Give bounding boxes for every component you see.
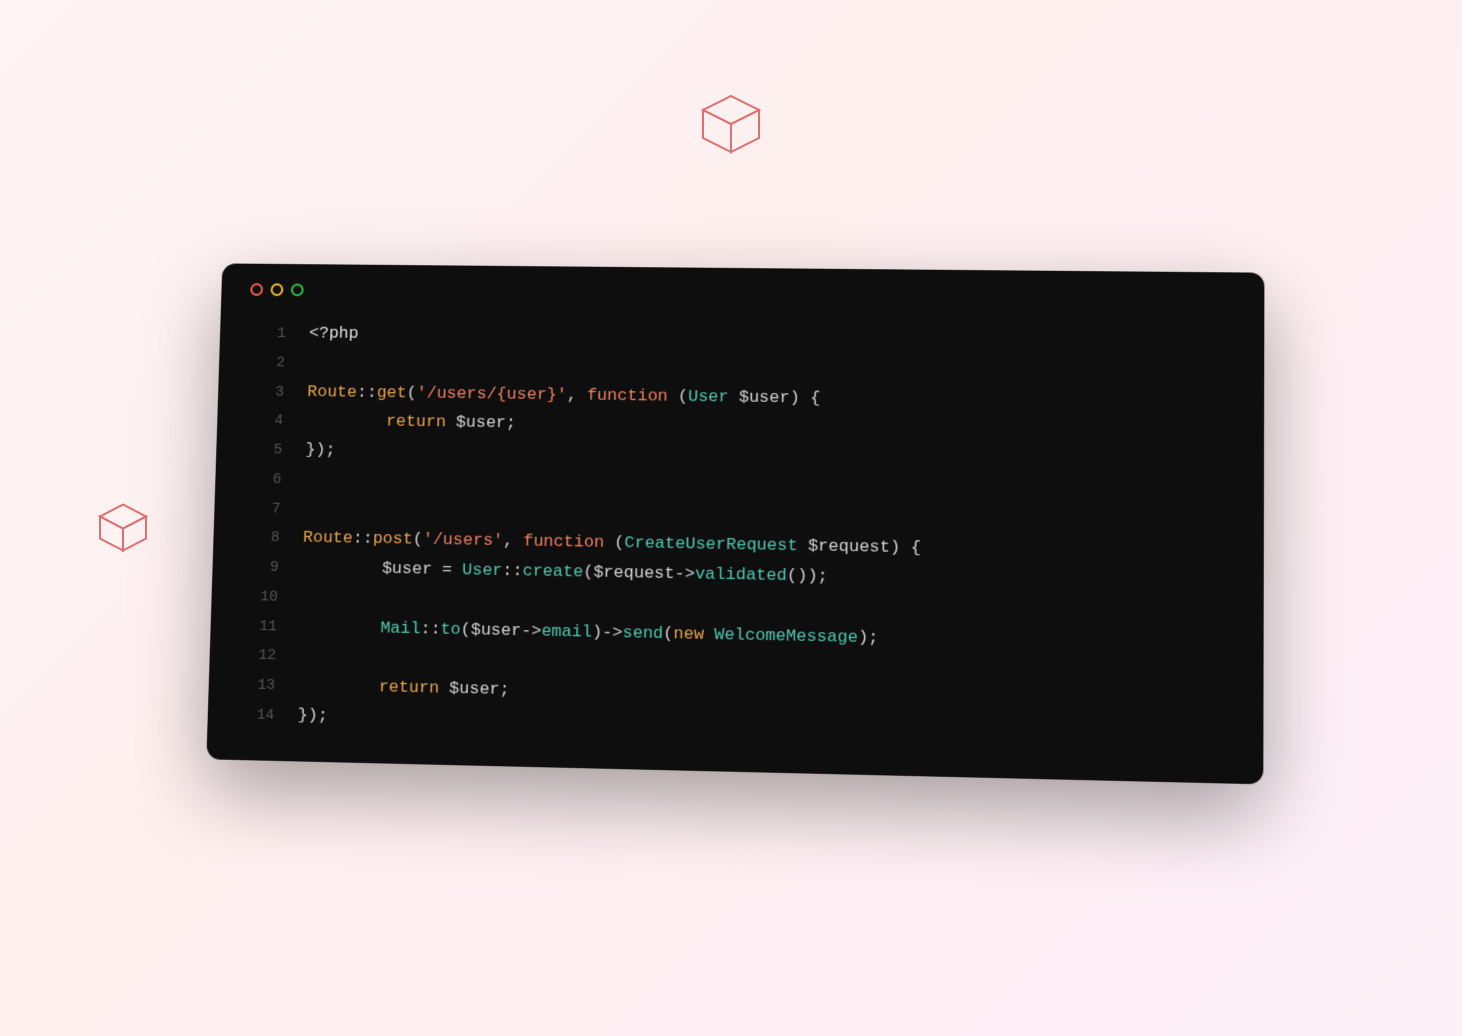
window-minimize-dot: [271, 284, 284, 297]
line-number-2: 2: [248, 350, 286, 376]
line-number-7: 7: [243, 496, 281, 522]
code-token: return $user;: [306, 407, 516, 439]
code-token: [303, 495, 314, 525]
window-controls: [250, 283, 1233, 305]
line-number-12: 12: [239, 643, 277, 670]
code-token: [301, 583, 312, 613]
cube-top-icon: [691, 88, 771, 168]
line-number-8: 8: [242, 525, 280, 552]
line-number-11: 11: [239, 614, 277, 641]
main-scene: 1 <?php 2 3 Route::get('/users/{user}', …: [131, 118, 1331, 918]
code-token: });: [297, 701, 328, 731]
window-maximize-dot: [291, 284, 304, 297]
code-window: 1 <?php 2 3 Route::get('/users/{user}', …: [206, 264, 1264, 784]
line-number-9: 9: [241, 555, 279, 582]
cube-left-icon: [91, 499, 156, 564]
line-number-10: 10: [240, 584, 278, 611]
code-token: <?php: [309, 320, 359, 350]
line-number-5: 5: [245, 438, 283, 464]
line-number-3: 3: [247, 379, 285, 405]
line-number-1: 1: [249, 321, 287, 347]
code-content: 1 <?php 2 3 Route::get('/users/{user}', …: [237, 319, 1234, 752]
code-token: [308, 349, 319, 378]
line-number-4: 4: [246, 408, 284, 434]
line-number-14: 14: [237, 702, 275, 729]
line-number-6: 6: [244, 467, 282, 493]
code-token: [299, 642, 310, 672]
code-token: });: [305, 437, 336, 467]
code-token: [304, 466, 315, 495]
line-number-13: 13: [238, 673, 276, 700]
window-close-dot: [250, 283, 263, 296]
code-token: return $user;: [298, 672, 510, 706]
